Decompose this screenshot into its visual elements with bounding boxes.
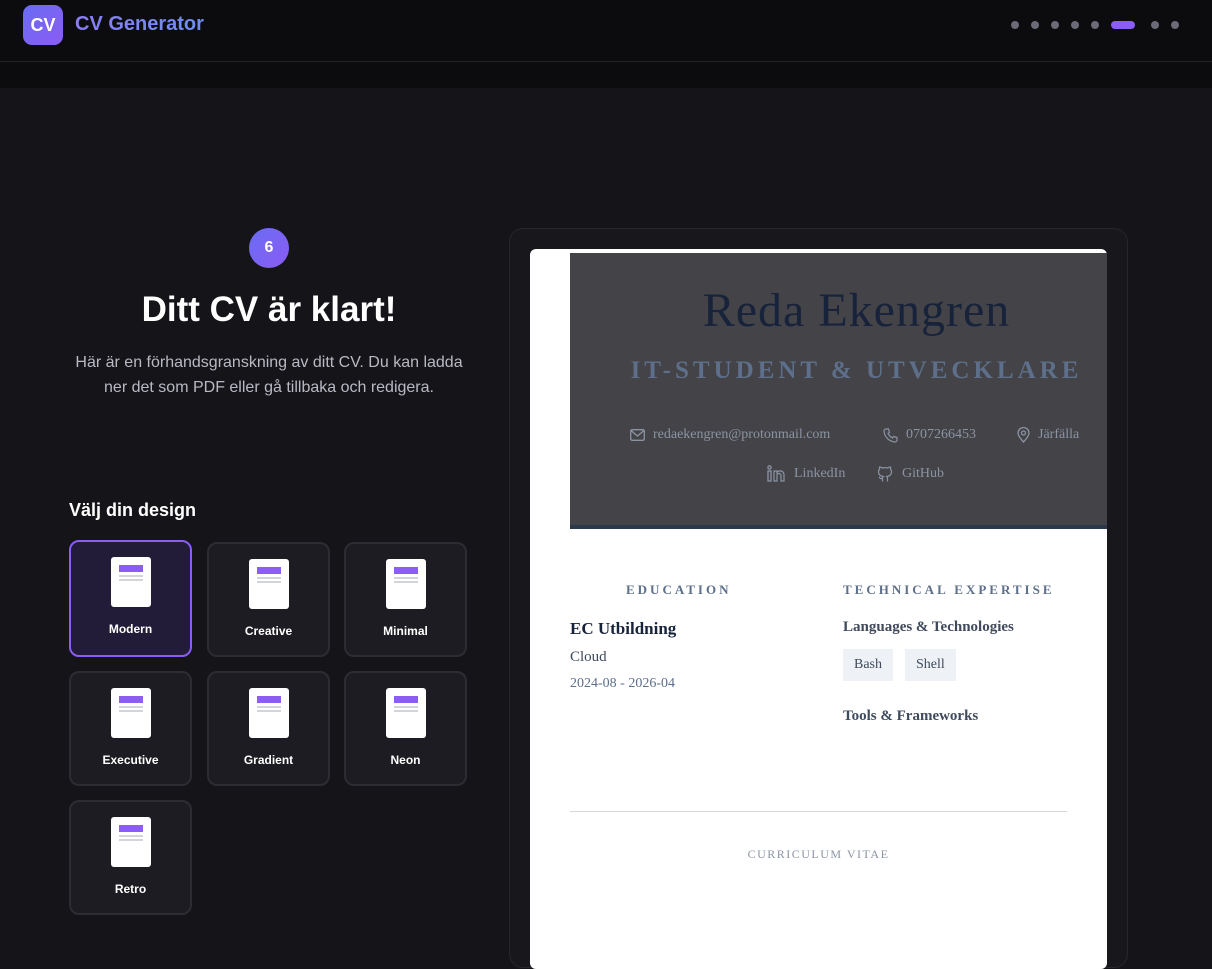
progress-step-6-current[interactable] bbox=[1111, 21, 1135, 29]
progress-step-8[interactable] bbox=[1171, 21, 1179, 29]
cv-preview-document: Reda Ekengren IT-STUDENT & UTVECKLARE re… bbox=[530, 249, 1107, 969]
template-label: Modern bbox=[108, 622, 153, 636]
cv-education-school: EC Utbildning bbox=[570, 619, 677, 638]
linkedin-icon bbox=[767, 465, 785, 482]
cv-phone-text: 0707266453 bbox=[906, 427, 976, 442]
template-card-creative[interactable]: Creative bbox=[207, 542, 330, 657]
mail-icon bbox=[630, 429, 645, 441]
cv-name: Reda Ekengren bbox=[702, 284, 1011, 337]
step-progress-indicator bbox=[1011, 20, 1191, 30]
step-number: 6 bbox=[264, 239, 274, 256]
cv-tools-heading: Tools & Frameworks bbox=[843, 708, 979, 724]
progress-step-7[interactable] bbox=[1151, 21, 1159, 29]
template-thumbnail-icon bbox=[248, 559, 289, 609]
template-card-gradient[interactable]: Gradient bbox=[207, 671, 330, 786]
template-label: Minimal bbox=[383, 624, 428, 638]
progress-step-5[interactable] bbox=[1091, 21, 1099, 29]
phone-icon bbox=[883, 427, 898, 443]
step-number-badge: 6 bbox=[249, 228, 289, 268]
template-thumbnail-icon bbox=[248, 688, 289, 738]
template-card-modern[interactable]: Modern bbox=[69, 540, 192, 657]
sub-bar bbox=[0, 62, 1212, 88]
cv-education-dates: 2024-08 - 2026-04 bbox=[570, 676, 675, 691]
cv-expertise-title: TECHNICAL EXPERTISE bbox=[843, 582, 1055, 597]
template-card-executive[interactable]: Executive bbox=[69, 671, 192, 786]
design-section-label: Välj din design bbox=[69, 500, 197, 520]
app-title[interactable]: CV Generator bbox=[75, 13, 204, 36]
cv-education-title: EDUCATION bbox=[626, 582, 732, 597]
template-thumbnail-icon bbox=[110, 688, 151, 738]
top-bar: CV CV Generator bbox=[0, 0, 1212, 62]
cv-email-text: redaekengren@protonmail.com bbox=[653, 427, 831, 442]
progress-step-3[interactable] bbox=[1051, 21, 1059, 29]
template-card-minimal[interactable]: Minimal bbox=[344, 542, 467, 657]
cv-footer: CURRICULUM VITAE bbox=[747, 847, 890, 861]
cv-location-text: Järfälla bbox=[1038, 427, 1080, 442]
cv-education-program: Cloud bbox=[570, 649, 607, 665]
cv-github-text: GitHub bbox=[902, 466, 944, 481]
template-card-retro[interactable]: Retro bbox=[69, 800, 192, 915]
cv-phone: 0707266453 bbox=[883, 427, 976, 443]
logo-text: CV bbox=[30, 14, 56, 35]
cv-skill-tag: Bash bbox=[843, 649, 893, 681]
template-thumbnail-icon bbox=[385, 559, 426, 609]
cv-linkedin-link[interactable]: LinkedIn bbox=[767, 465, 845, 482]
template-label: Retro bbox=[114, 882, 147, 896]
cv-skill-tag: Shell bbox=[905, 649, 956, 681]
template-label: Executive bbox=[102, 753, 159, 767]
template-card-neon[interactable]: Neon bbox=[344, 671, 467, 786]
page-subtitle: Här är en förhandsgranskning av ditt CV.… bbox=[75, 354, 463, 396]
template-label: Creative bbox=[244, 624, 293, 638]
progress-step-4[interactable] bbox=[1071, 21, 1079, 29]
location-pin-icon bbox=[1017, 427, 1030, 443]
template-thumbnail-icon bbox=[385, 688, 426, 738]
cv-divider bbox=[570, 811, 1067, 812]
github-icon bbox=[877, 466, 893, 482]
cv-header: Reda Ekengren IT-STUDENT & UTVECKLARE re… bbox=[570, 253, 1107, 529]
template-thumbnail-icon bbox=[110, 817, 151, 867]
cv-role: IT-STUDENT & UTVECKLARE bbox=[630, 357, 1083, 384]
cv-languages-heading: Languages & Technologies bbox=[843, 619, 1014, 635]
template-thumbnail-icon bbox=[110, 557, 151, 607]
app-logo[interactable]: CV bbox=[23, 5, 63, 45]
template-label: Neon bbox=[390, 753, 421, 767]
cv-email: redaekengren@protonmail.com bbox=[630, 427, 830, 443]
page-title: Ditt CV är klart! bbox=[141, 290, 397, 329]
progress-step-1[interactable] bbox=[1011, 21, 1019, 29]
cv-github-link[interactable]: GitHub bbox=[876, 465, 944, 483]
cv-linkedin-text: LinkedIn bbox=[794, 465, 846, 481]
cv-location: Järfälla bbox=[1017, 427, 1079, 443]
progress-step-2[interactable] bbox=[1031, 21, 1039, 29]
template-label: Gradient bbox=[243, 753, 294, 767]
